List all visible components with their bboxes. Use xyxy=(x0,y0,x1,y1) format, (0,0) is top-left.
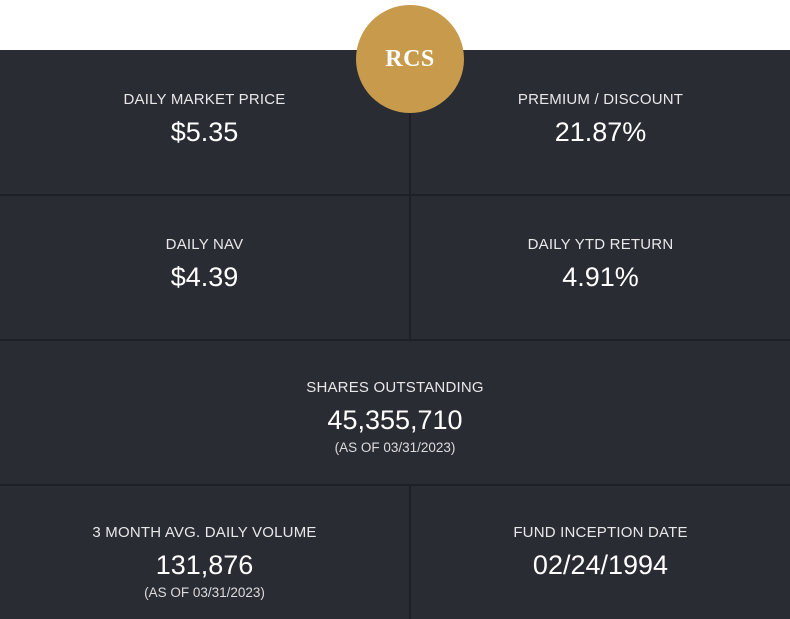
fund-stats-page: RCS DAILY MARKET PRICE $5.35 PREMIUM / D… xyxy=(0,0,790,619)
stat-shares-outstanding: SHARES OUTSTANDING 45,355,710 (AS OF 03/… xyxy=(0,341,790,484)
stat-value: 02/24/1994 xyxy=(532,550,669,580)
stat-avg-volume: 3 MONTH AVG. DAILY VOLUME 131,876 (AS OF… xyxy=(0,486,409,619)
stat-market-price: DAILY MARKET PRICE $5.35 xyxy=(0,50,409,194)
row-divider xyxy=(0,194,790,196)
row-divider xyxy=(0,339,790,341)
stat-label: DAILY NAV xyxy=(165,236,244,253)
rcs-logo: RCS xyxy=(356,5,464,113)
stat-label: DAILY MARKET PRICE xyxy=(123,91,286,108)
stat-label: 3 MONTH AVG. DAILY VOLUME xyxy=(92,524,317,541)
stat-note: (AS OF 03/31/2023) xyxy=(334,440,456,455)
stat-value: 4.91% xyxy=(562,262,639,292)
column-divider xyxy=(409,196,411,339)
stat-label: SHARES OUTSTANDING xyxy=(306,379,484,396)
stat-ytd-return: DAILY YTD RETURN 4.91% xyxy=(411,196,790,339)
stat-inception-date: FUND INCEPTION DATE 02/24/1994 xyxy=(411,486,790,619)
stat-value: $5.35 xyxy=(170,117,239,147)
stat-note: (AS OF 03/31/2023) xyxy=(144,585,265,600)
stat-value: $4.39 xyxy=(170,262,239,292)
stat-label: PREMIUM / DISCOUNT xyxy=(517,91,684,108)
stat-value: 131,876 xyxy=(155,550,254,580)
stat-value: 45,355,710 xyxy=(327,405,463,435)
stat-label: FUND INCEPTION DATE xyxy=(513,524,688,541)
column-divider xyxy=(409,486,411,619)
row-divider xyxy=(0,484,790,486)
stats-panel: DAILY MARKET PRICE $5.35 PREMIUM / DISCO… xyxy=(0,50,790,619)
stat-premium-discount: PREMIUM / DISCOUNT 21.87% xyxy=(411,50,790,194)
stat-nav: DAILY NAV $4.39 xyxy=(0,196,409,339)
logo-text: RCS xyxy=(385,45,435,72)
stat-label: DAILY YTD RETURN xyxy=(527,236,674,253)
stat-value: 21.87% xyxy=(554,117,647,147)
